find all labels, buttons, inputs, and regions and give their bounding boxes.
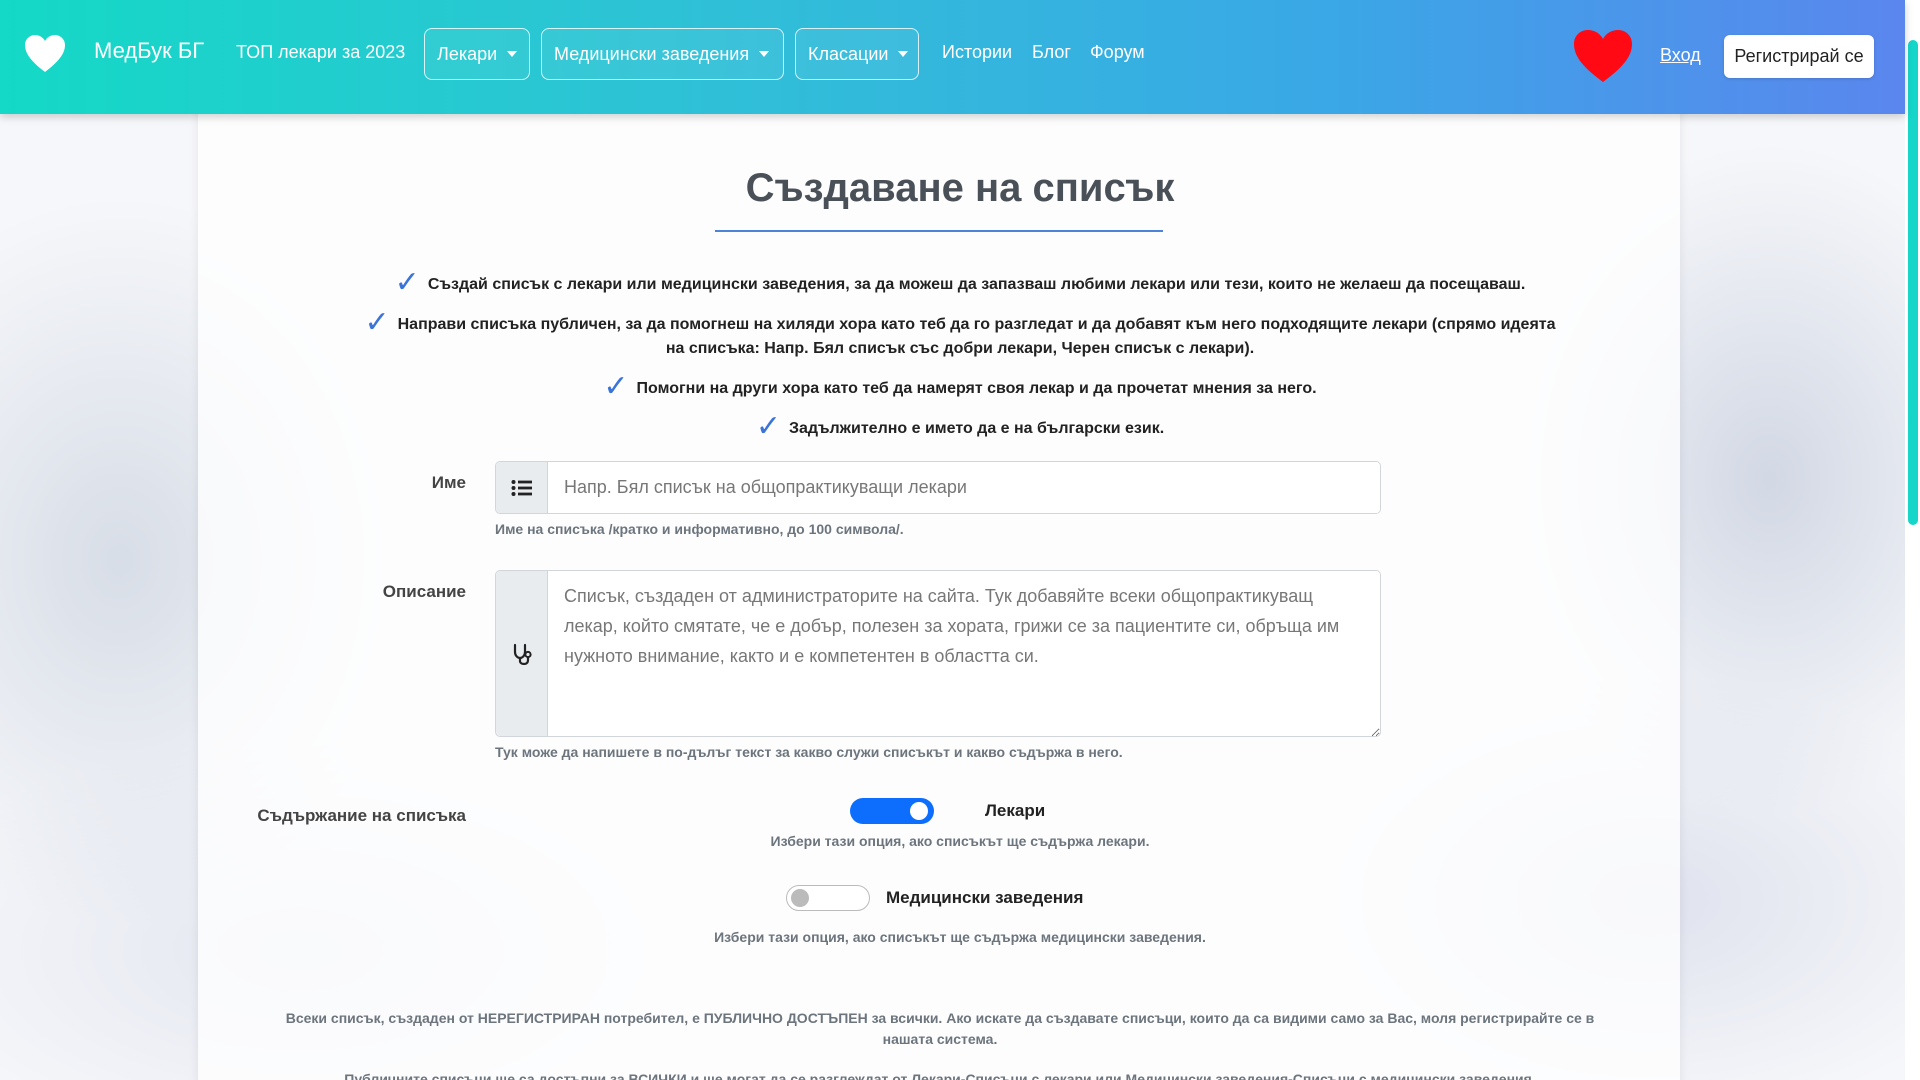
doctors-toggle[interactable] xyxy=(850,798,934,824)
description-input-group xyxy=(495,570,1381,737)
nav-dropdown-label: Класации xyxy=(808,43,889,64)
checkmark-icon: ✓ xyxy=(755,409,781,444)
checkmark-icon: ✓ xyxy=(364,305,390,340)
info-bullet-continued: на списъка: Напр. Бял списък със добри л… xyxy=(665,340,1255,357)
description-addon xyxy=(496,571,548,736)
brand-heart-icon[interactable] xyxy=(24,34,66,74)
title-underline xyxy=(715,230,1163,232)
description-help-text: Тук може да напишете в по-дълъг текст за… xyxy=(495,744,1123,760)
nav-dropdown-label: Лекари xyxy=(437,43,498,64)
toggle-knob xyxy=(791,889,809,907)
name-input[interactable] xyxy=(548,462,1380,513)
page-title: Създаване на списък xyxy=(745,166,1175,210)
info-bullet: ✓ Направи списъка публичен, за да помогне… xyxy=(364,305,1556,340)
stethoscope-icon xyxy=(513,643,532,665)
login-link[interactable]: Вход xyxy=(1660,45,1701,66)
nav-link-blog[interactable]: Блог xyxy=(1032,42,1071,63)
list-icon xyxy=(511,479,532,496)
chevron-down-icon xyxy=(759,51,770,57)
public-lists-note: Публичните списъци ще са достъпни за ВСИ… xyxy=(344,1071,1536,1080)
description-textarea[interactable] xyxy=(548,571,1380,736)
nav-top-doctors-link[interactable]: ТОП лекари за 2023 xyxy=(236,42,405,63)
nav-dropdown-label: Медицински заведения xyxy=(554,43,750,64)
name-addon xyxy=(496,462,548,513)
checkmark-icon: ✓ xyxy=(603,369,629,404)
name-label: Име xyxy=(431,473,466,492)
top-navbar: МедБук БГ ТОП лекари за 2023 Лекари Меди… xyxy=(0,0,1905,114)
info-bullet: ✓ Създай списък с лекари или медицински з… xyxy=(394,265,1526,300)
facilities-toggle-help: Избери тази опция, ако списъкът ще съдър… xyxy=(714,929,1206,945)
facilities-toggle-label[interactable]: Медицински заведения xyxy=(886,888,1083,908)
favorites-heart-icon[interactable] xyxy=(1572,28,1634,84)
toggle-knob xyxy=(910,802,928,820)
checkmark-icon: ✓ xyxy=(394,265,420,300)
facilities-toggle[interactable] xyxy=(786,885,870,911)
chevron-down-icon xyxy=(898,51,909,57)
brand-name[interactable]: МедБук БГ xyxy=(94,38,204,64)
nav-dropdown-rankings[interactable]: Класации xyxy=(795,28,919,80)
nav-dropdown-doctors[interactable]: Лекари xyxy=(424,28,530,80)
name-input-group xyxy=(495,461,1381,514)
description-label: Описание xyxy=(382,582,466,601)
nav-dropdown-facilities[interactable]: Медицински заведения xyxy=(541,28,784,80)
name-help-text: Име на списъка /кратко и информативно, д… xyxy=(495,521,904,537)
info-bullet: ✓ Помогни на други хора като теб да намер… xyxy=(603,369,1317,404)
content-label: Съдържание на списъка xyxy=(257,806,466,825)
doctors-toggle-help: Избери тази опция, ако списъкът ще съдър… xyxy=(770,833,1150,849)
unregistered-note: Всеки списък, създаден от НЕРЕГИСТРИРАН … xyxy=(285,1010,1595,1047)
info-bullet: ✓ Задължително е името да е на български … xyxy=(755,409,1165,444)
nav-link-stories[interactable]: Истории xyxy=(942,42,1012,63)
chevron-down-icon xyxy=(507,51,518,57)
scrollbar-track[interactable] xyxy=(1905,0,1920,1080)
register-button[interactable]: Регистрирай се xyxy=(1724,35,1874,78)
doctors-toggle-label[interactable]: Лекари xyxy=(985,801,1045,821)
nav-link-forum[interactable]: Форум xyxy=(1090,42,1145,63)
